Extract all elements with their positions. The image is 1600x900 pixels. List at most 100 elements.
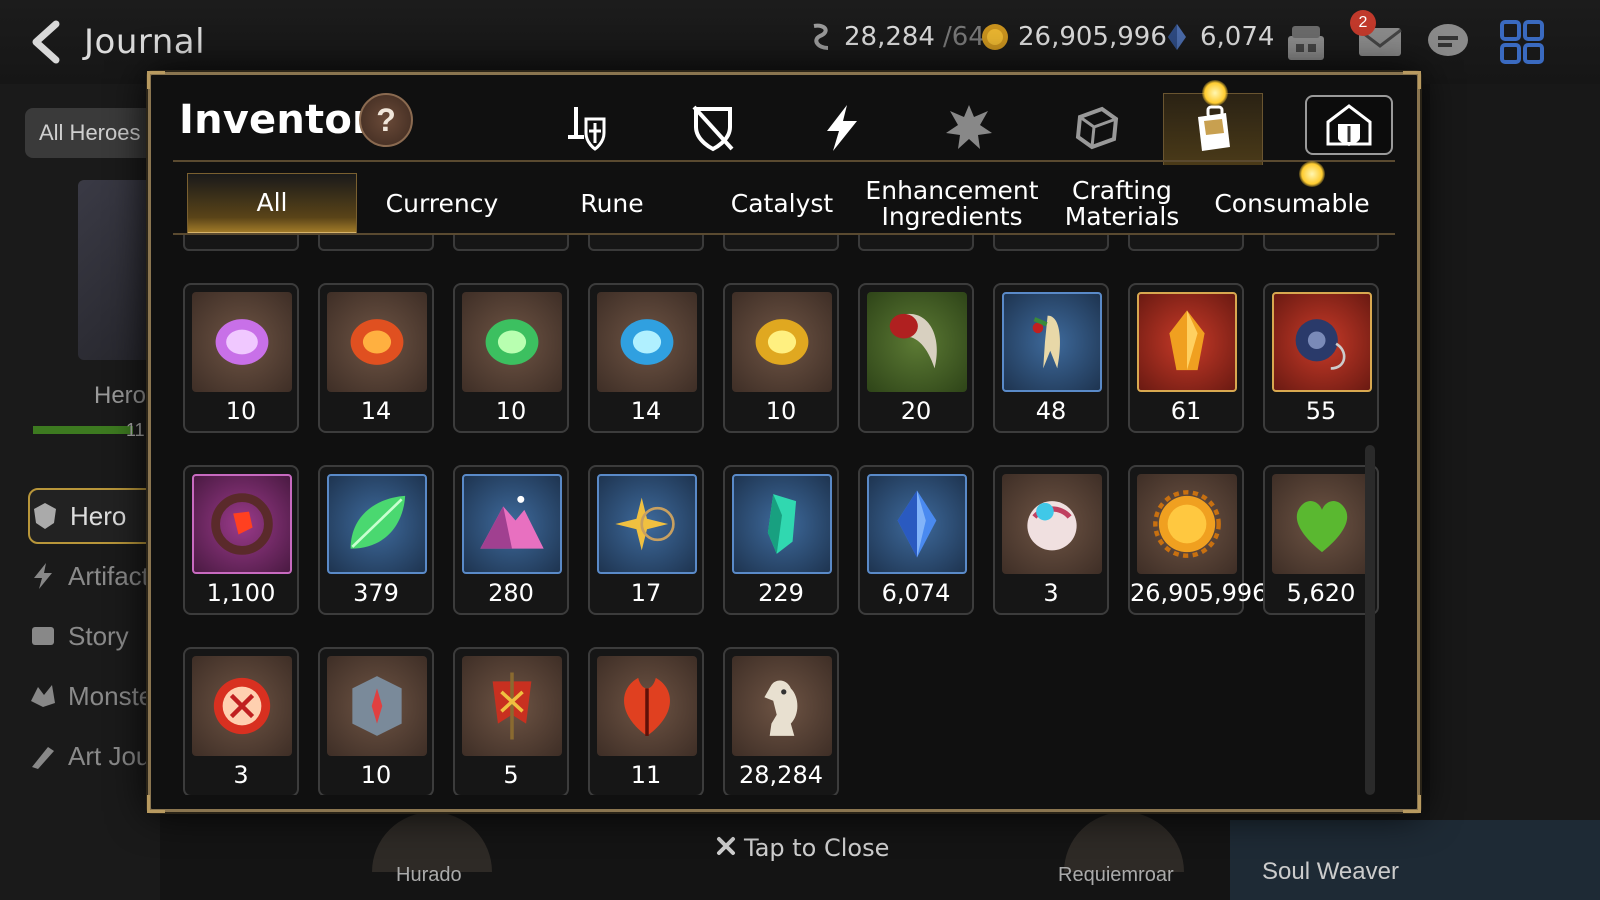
tab-crafting-materials[interactable]: Crafting Materials <box>1037 173 1207 235</box>
war-banner-icon <box>462 656 562 756</box>
inventory-item[interactable]: 17 <box>588 465 704 615</box>
hero-name: Requiemroar <box>1058 864 1174 886</box>
tab-catalyst[interactable]: Catalyst <box>697 173 867 235</box>
stamina-resource[interactable]: 28,284/64 <box>806 22 985 52</box>
partial-item-cell <box>723 235 839 251</box>
stamina-icon <box>806 22 836 52</box>
hero-progress-bar <box>33 426 133 434</box>
inventory-item[interactable]: 14 <box>318 283 434 433</box>
inventory-item[interactable]: 5 <box>453 647 569 795</box>
ring-charm-icon <box>1272 292 1372 392</box>
inventory-item[interactable]: 10 <box>453 283 569 433</box>
inventory-item[interactable]: 3 <box>993 465 1109 615</box>
fire-crystal-icon <box>1137 292 1237 392</box>
inventory-item[interactable]: 20 <box>858 283 974 433</box>
skystone-resource[interactable]: 6,074 <box>1162 22 1274 52</box>
item-quantity: 10 <box>225 397 257 425</box>
tab-enhancement-ingredients[interactable]: Enhancement Ingredients <box>865 173 1038 235</box>
inventory-item[interactable]: 10 <box>183 283 299 433</box>
blue-rune-icon <box>597 292 697 392</box>
hero-progress-value: 11 <box>126 420 145 440</box>
side-nav-artifact[interactable]: Artifact <box>28 548 168 604</box>
soul-weaver-label: Soul Weaver <box>1262 858 1399 885</box>
inventory-item[interactable]: 14 <box>588 283 704 433</box>
tab-consumable[interactable]: Consumable <box>1207 161 1377 235</box>
shop-icon[interactable] <box>1278 14 1334 70</box>
inventory-item[interactable]: 26,905,996 <box>1128 465 1267 615</box>
item-quantity: 20 <box>900 397 932 425</box>
inventory-item[interactable]: 10 <box>723 283 839 433</box>
cube-icon[interactable] <box>1047 93 1147 163</box>
gold-resource[interactable]: 26,905,996 <box>980 22 1167 52</box>
item-quantity: 48 <box>1035 397 1067 425</box>
partial-item-cell <box>1128 235 1244 251</box>
inventory-item[interactable]: 61 <box>1128 283 1244 433</box>
frame-corner <box>1403 795 1421 813</box>
partial-item-cell <box>183 235 299 251</box>
compass-stone-icon <box>327 656 427 756</box>
close-icon <box>716 834 736 862</box>
flame-ring-icon <box>192 474 292 574</box>
inventory-item[interactable]: 28,284 <box>723 647 839 795</box>
frame-corner <box>147 795 165 813</box>
partial-item-cell <box>858 235 974 251</box>
green-rune-icon <box>462 292 562 392</box>
inventory-item[interactable]: 11 <box>588 647 704 795</box>
hero-emblem-icon <box>30 501 60 531</box>
inventory-item[interactable]: 1,100 <box>183 465 299 615</box>
item-quantity: 10 <box>765 397 797 425</box>
item-quantity: 3 <box>1043 579 1059 607</box>
skystone-value: 6,074 <box>1200 22 1275 52</box>
tab-rune[interactable]: Rune <box>527 173 697 235</box>
tap-to-close[interactable]: Tap to Close <box>716 834 889 862</box>
help-button[interactable]: ? <box>359 93 413 147</box>
side-nav-hero[interactable]: Hero <box>28 488 168 544</box>
inventory-item[interactable]: 55 <box>1263 283 1379 433</box>
side-nav-story[interactable]: Story <box>28 608 168 664</box>
scrollbar[interactable] <box>1365 445 1375 795</box>
frame-corner <box>147 71 165 89</box>
item-quantity: 55 <box>1305 397 1337 425</box>
equipment-sword-shield-icon[interactable] <box>535 93 635 163</box>
notification-dot <box>1202 80 1228 106</box>
ginseng-root-icon <box>1002 292 1102 392</box>
robot-pet-icon <box>1002 474 1102 574</box>
red-rune-icon <box>327 292 427 392</box>
inventory-item[interactable]: 5,620 <box>1263 465 1379 615</box>
gold-rune-icon <box>732 292 832 392</box>
partial-item-cell <box>453 235 569 251</box>
mail-icon[interactable]: 2 <box>1350 10 1408 70</box>
star-pendant-icon <box>597 474 697 574</box>
inventory-item[interactable]: 280 <box>453 465 569 615</box>
paint-brush-icon <box>28 741 58 771</box>
storage-house-icon[interactable] <box>1305 95 1393 155</box>
tab-all[interactable]: All <box>187 173 357 235</box>
item-quantity: 17 <box>630 579 662 607</box>
inventory-item[interactable]: 6,074 <box>858 465 974 615</box>
lightning-icon[interactable] <box>791 93 891 163</box>
item-quantity: 10 <box>495 397 527 425</box>
chat-icon[interactable] <box>1420 14 1476 70</box>
item-quantity: 5 <box>503 761 519 789</box>
menu-grid-icon[interactable] <box>1494 14 1550 70</box>
item-quantity: 6,074 <box>881 579 951 607</box>
backpack-icon[interactable] <box>1163 80 1263 165</box>
stamina-max: /64 <box>942 22 985 52</box>
broken-shield-icon[interactable] <box>663 93 763 163</box>
stamina-value: 28,284 <box>844 22 935 52</box>
skystone-gem-icon <box>867 474 967 574</box>
teal-crystal-icon <box>732 474 832 574</box>
inventory-item[interactable]: 379 <box>318 465 434 615</box>
inventory-item[interactable]: 3 <box>183 647 299 795</box>
back-arrow-icon[interactable] <box>24 18 68 66</box>
item-quantity: 379 <box>353 579 399 607</box>
partial-item-cell <box>318 235 434 251</box>
side-nav-monster[interactable]: Monster <box>28 668 168 724</box>
spiked-emblem-icon[interactable] <box>919 93 1019 163</box>
inventory-item[interactable]: 48 <box>993 283 1109 433</box>
side-nav-art-journal[interactable]: Art Journal <box>28 728 168 784</box>
inventory-item[interactable]: 229 <box>723 465 839 615</box>
partial-item-cell <box>1263 235 1379 251</box>
inventory-item[interactable]: 10 <box>318 647 434 795</box>
tab-currency[interactable]: Currency <box>357 173 527 235</box>
